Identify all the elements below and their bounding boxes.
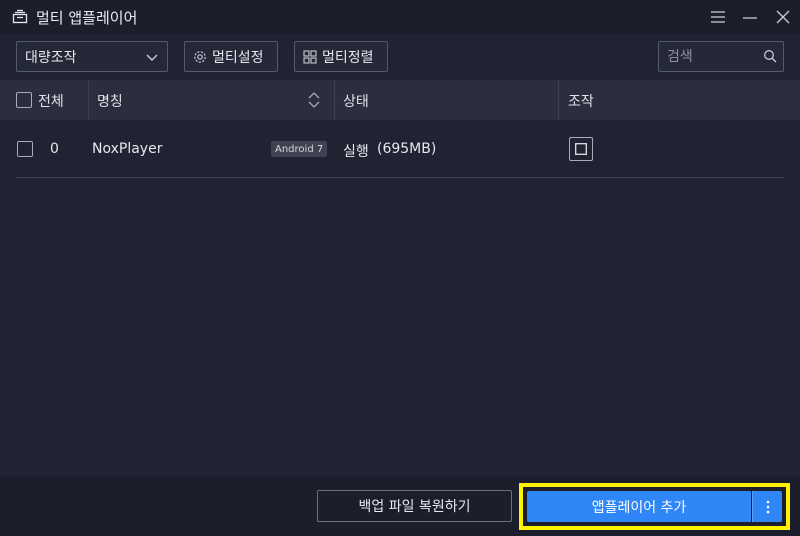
column-divider: [88, 80, 89, 120]
stop-icon: [575, 143, 587, 155]
minimize-icon[interactable]: [741, 8, 759, 26]
table-row[interactable]: 0 NoxPlayer Android 7 실행 (695MB): [16, 120, 784, 178]
header-status: 상태: [343, 94, 369, 110]
add-player-button[interactable]: 앱플레이어 추가: [527, 491, 751, 522]
batch-action-label: 대량조작: [25, 49, 77, 66]
android-version-badge: Android 7: [271, 141, 328, 157]
close-icon[interactable]: [774, 8, 792, 26]
multi-settings-button[interactable]: 멀티설정: [184, 41, 278, 72]
row-checkbox[interactable]: [17, 141, 33, 157]
multi-settings-label: 멀티설정: [212, 49, 264, 66]
more-options-button[interactable]: [752, 491, 782, 522]
grid-icon: [303, 49, 317, 64]
sort-icon[interactable]: [307, 91, 321, 113]
footer: 백업 파일 복원하기 앱플레이어 추가: [0, 476, 800, 536]
column-divider: [558, 80, 559, 120]
stop-button[interactable]: [569, 137, 593, 161]
toolbar: 대량조작 멀티설정 멀티정렬: [0, 34, 800, 80]
menu-icon[interactable]: [709, 8, 727, 26]
chevron-down-icon: [145, 50, 159, 68]
row-index: 0: [50, 141, 59, 157]
header-all: 전체: [38, 94, 64, 110]
select-all-checkbox[interactable]: [16, 92, 32, 108]
search-box: [658, 41, 784, 72]
more-vertical-icon: [766, 500, 769, 513]
gear-icon: [194, 50, 206, 63]
multi-arrange-label: 멀티정렬: [322, 49, 374, 66]
multi-arrange-button[interactable]: 멀티정렬: [294, 41, 388, 72]
header-name[interactable]: 명칭: [97, 91, 123, 111]
memory-usage: (695MB): [377, 141, 437, 157]
table-header: 전체 명칭 상태 조작: [0, 80, 800, 120]
search-icon[interactable]: [763, 49, 777, 67]
multi-window-icon: [12, 9, 28, 25]
header-control: 조작: [568, 94, 594, 110]
player-name: NoxPlayer: [92, 141, 163, 157]
add-player-highlight: 앱플레이어 추가: [519, 483, 790, 530]
search-input[interactable]: [659, 42, 759, 71]
restore-backup-button[interactable]: 백업 파일 복원하기: [317, 490, 512, 522]
status-text: 실행: [343, 144, 369, 160]
window-title: 멀티 앱플레이어: [36, 9, 138, 27]
title-bar: 멀티 앱플레이어: [0, 0, 800, 34]
batch-action-dropdown[interactable]: 대량조작: [16, 41, 168, 72]
column-divider: [334, 80, 335, 120]
